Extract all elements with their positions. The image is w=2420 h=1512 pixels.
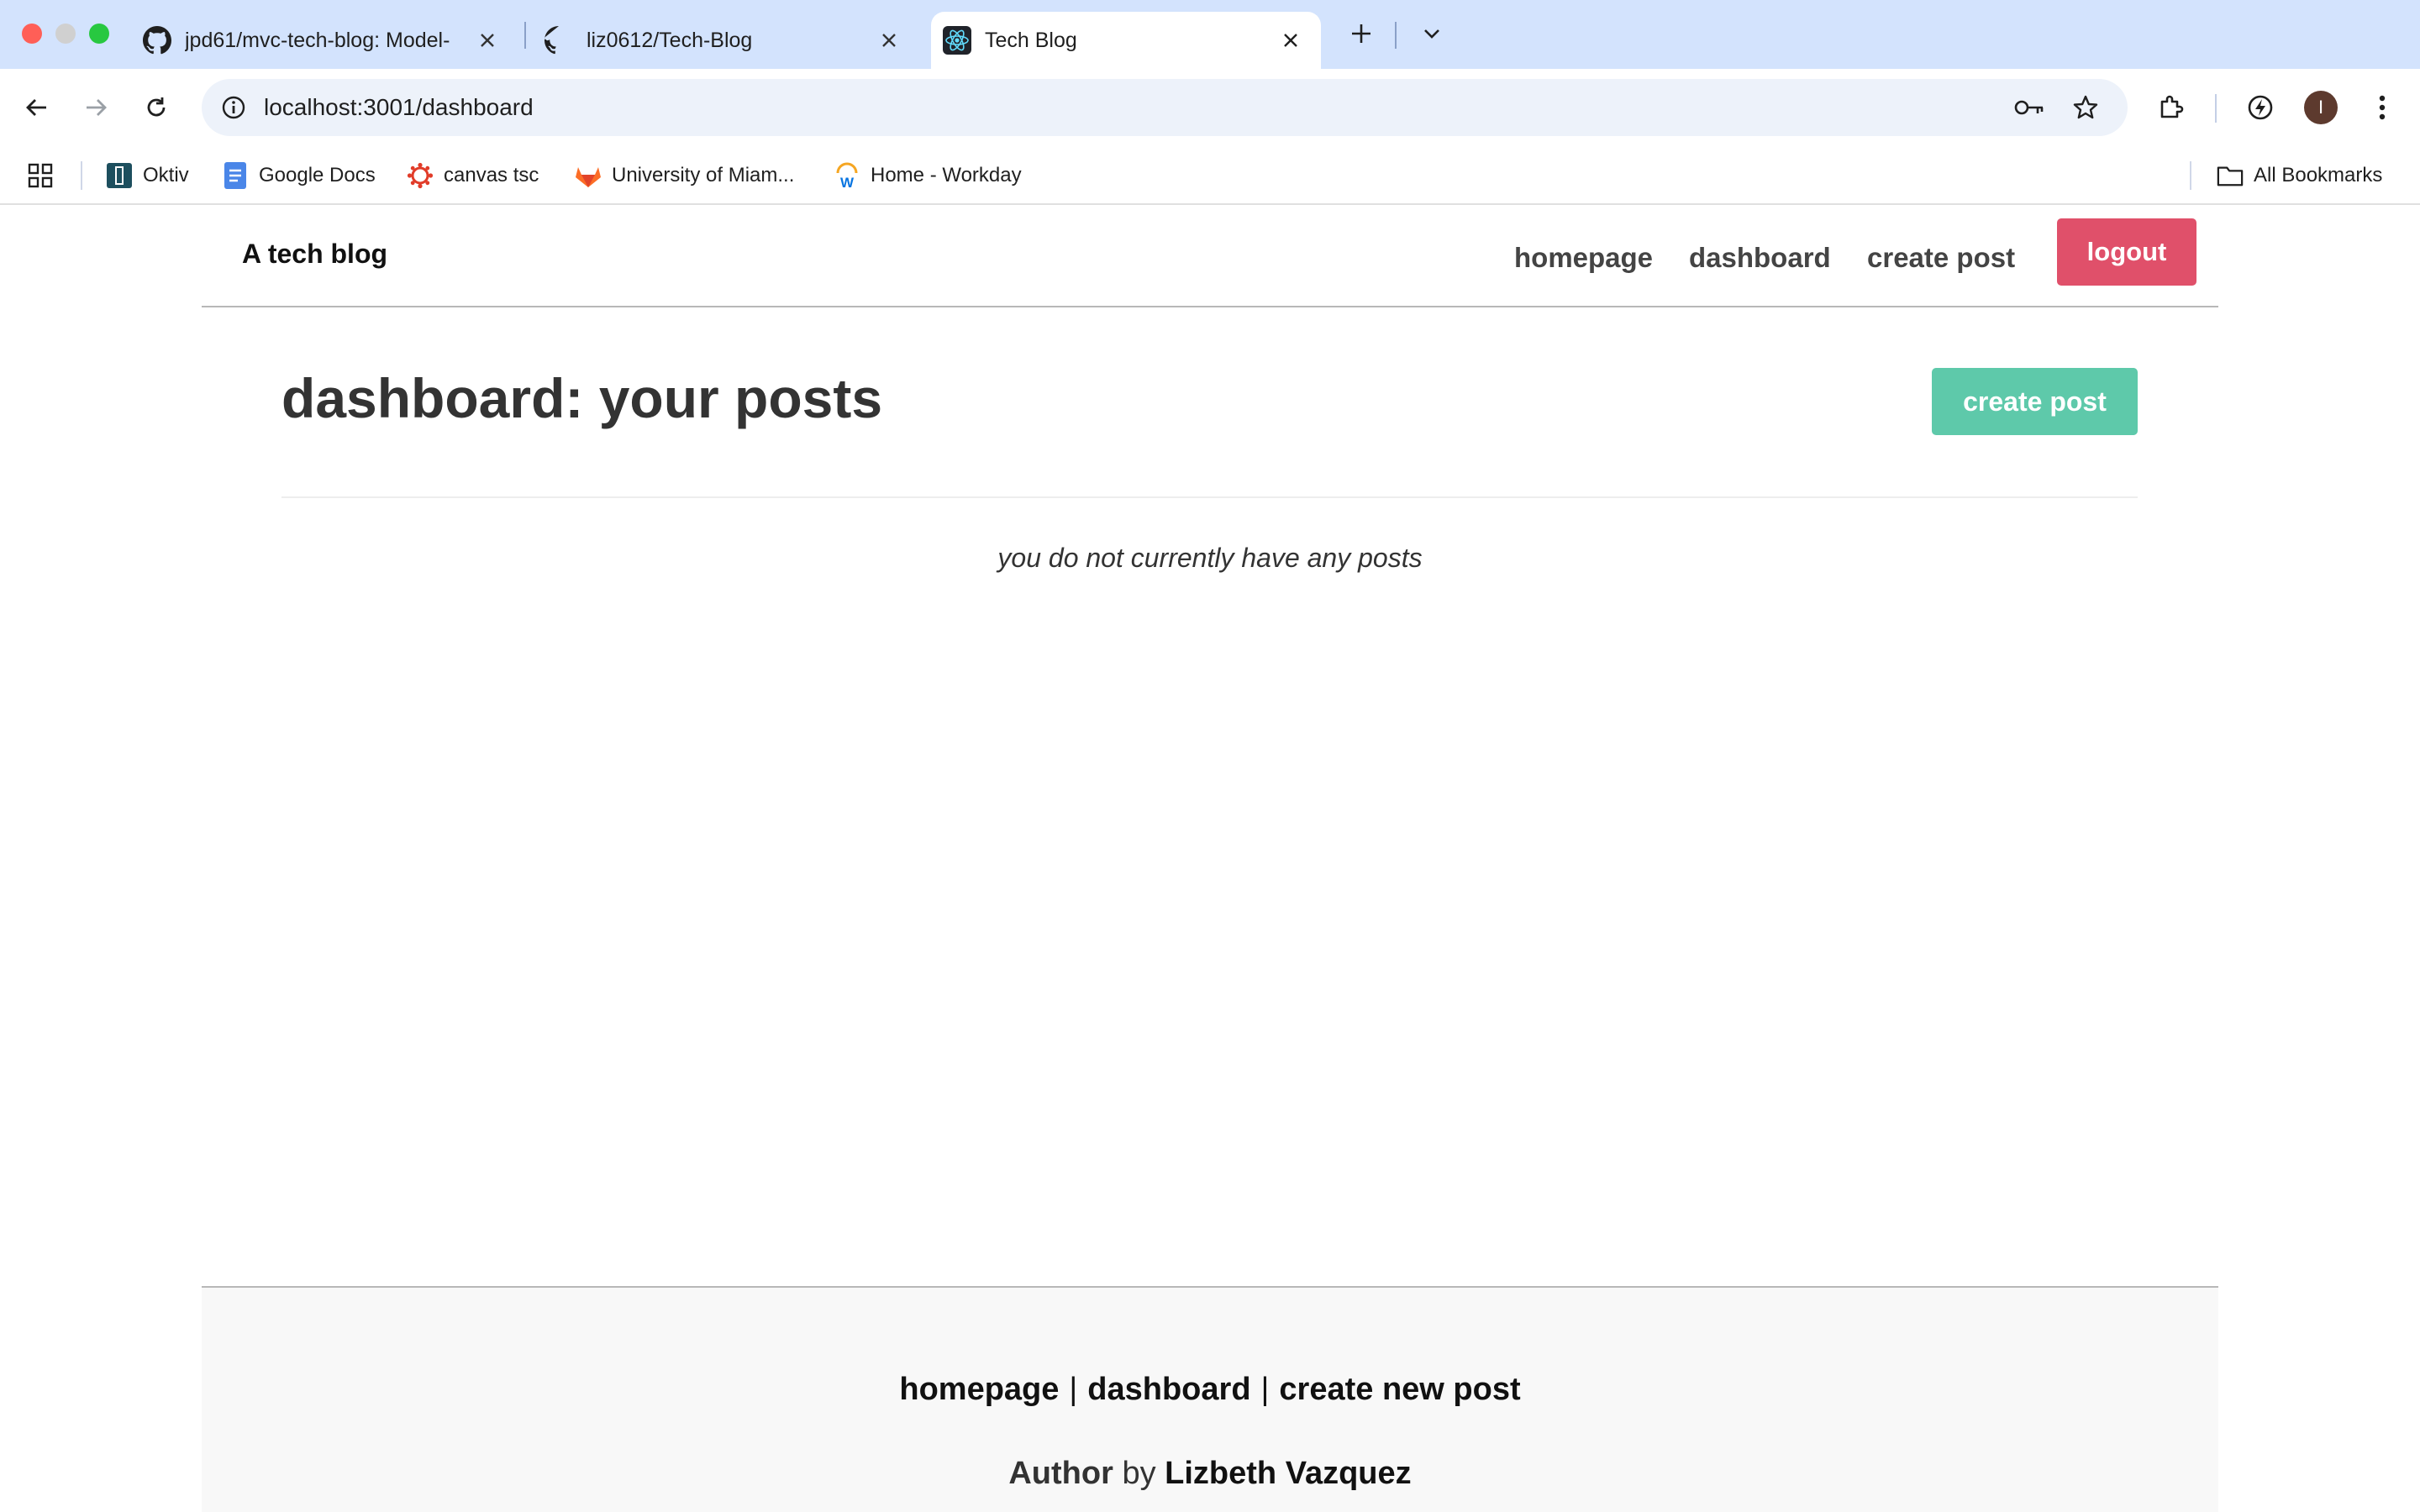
bookmarks-separator xyxy=(2190,161,2191,190)
browser-tab[interactable]: liz0612/Tech-Blog xyxy=(541,12,919,69)
divider xyxy=(281,496,2138,498)
empty-posts-message: you do not currently have any posts xyxy=(997,543,1423,573)
toolbar-separator xyxy=(2215,94,2217,123)
react-icon xyxy=(943,26,971,55)
url-host: localhost xyxy=(264,94,357,120)
bookmark-label: canvas tsc xyxy=(444,164,539,186)
bookmark-label: University of Miam... xyxy=(612,164,795,186)
bookmark-label: Oktiv xyxy=(143,164,189,186)
bookmarks-separator xyxy=(81,161,82,190)
tab-title: Tech Blog xyxy=(985,28,1077,52)
create-post-button[interactable]: create post xyxy=(1932,368,2138,435)
tab-separator xyxy=(524,22,526,49)
apps-grid-icon[interactable] xyxy=(27,156,54,195)
bookmark-label: Google Docs xyxy=(259,164,376,186)
site-brand: A tech blog xyxy=(242,239,388,269)
page-title: dashboard: your posts xyxy=(281,367,883,429)
profile-avatar[interactable]: I xyxy=(2299,86,2343,129)
close-icon[interactable] xyxy=(872,24,906,57)
footer-link-homepage[interactable]: homepage xyxy=(899,1372,1059,1407)
bookmark-item[interactable]: canvas tsc xyxy=(407,156,539,195)
avatar: I xyxy=(2304,91,2338,124)
back-arrow-icon[interactable] xyxy=(15,86,59,129)
bookmark-item[interactable]: Google Docs xyxy=(222,156,376,195)
window-maximize-button[interactable] xyxy=(89,24,109,44)
nav-link-homepage[interactable]: homepage xyxy=(1514,242,1653,274)
tab-separator xyxy=(1395,22,1397,49)
browser-tabstrip: jpd61/mvc-tech-blog: Model- liz0612/Tech… xyxy=(0,0,2420,69)
workday-icon: W xyxy=(834,162,860,189)
reload-icon[interactable] xyxy=(134,86,178,129)
address-bar[interactable]: localhost:3001/dashboard xyxy=(202,79,2128,136)
footer-author-line: Author by Lizbeth Vazquez xyxy=(202,1456,2218,1492)
close-icon[interactable] xyxy=(471,24,504,57)
svg-text:W: W xyxy=(840,175,855,189)
browser-toolbar: localhost:3001/dashboard I xyxy=(0,69,2420,146)
tab-search-chevron-down-icon[interactable] xyxy=(1413,15,1450,52)
new-tab-plus-icon[interactable] xyxy=(1343,15,1380,52)
footer-separator: | xyxy=(1260,1372,1270,1407)
site-info-icon[interactable] xyxy=(217,91,250,124)
close-icon[interactable] xyxy=(1274,24,1307,57)
url-path: :3001/dashboard xyxy=(356,94,534,120)
footer-separator: | xyxy=(1069,1372,1078,1407)
by-word: by xyxy=(1122,1456,1156,1491)
logout-button[interactable]: logout xyxy=(2057,218,2196,286)
footer-links: homepage | dashboard | create new post xyxy=(202,1372,2218,1408)
github-icon xyxy=(143,26,171,55)
canvas-icon xyxy=(407,162,434,189)
tab-title: liz0612/Tech-Blog xyxy=(587,28,753,52)
all-bookmarks-button[interactable]: All Bookmarks xyxy=(2217,156,2382,195)
browser-tab[interactable]: jpd61/mvc-tech-blog: Model- xyxy=(139,12,518,69)
window-minimize-button[interactable] xyxy=(55,24,76,44)
footer-link-dashboard[interactable]: dashboard xyxy=(1087,1372,1250,1407)
bookmark-label: Home - Workday xyxy=(871,164,1022,186)
all-bookmarks-label: All Bookmarks xyxy=(2254,164,2383,186)
oktiv-icon xyxy=(106,162,133,189)
footer-link-create-new-post[interactable]: create new post xyxy=(1279,1372,1520,1407)
bookmark-item[interactable]: University of Miam... xyxy=(575,156,794,195)
site-header: A tech blog homepage dashboard create po… xyxy=(202,205,2218,307)
bookmark-item[interactable]: Oktiv xyxy=(106,156,189,195)
extensions-puzzle-icon[interactable] xyxy=(2149,86,2193,129)
password-key-icon[interactable] xyxy=(2013,91,2047,124)
google-docs-icon xyxy=(222,162,249,189)
performance-bolt-icon[interactable] xyxy=(2238,86,2282,129)
bookmarks-bar: Oktiv Google Docs canvas tsc University … xyxy=(0,146,2420,205)
forward-arrow-icon[interactable] xyxy=(74,86,118,129)
author-word: Author xyxy=(1008,1456,1113,1491)
nav-link-dashboard[interactable]: dashboard xyxy=(1689,242,1831,274)
author-name: Lizbeth Vazquez xyxy=(1165,1456,1412,1491)
github-icon xyxy=(544,26,573,55)
site-footer: homepage | dashboard | create new post Autho… xyxy=(202,1286,2218,1512)
more-options-kebab-icon[interactable] xyxy=(2361,86,2403,129)
window-close-button[interactable] xyxy=(22,24,42,44)
url-text[interactable]: localhost:3001/dashboard xyxy=(264,94,534,121)
browser-tab-active[interactable]: Tech Blog xyxy=(931,12,1321,69)
gitlab-icon xyxy=(575,162,602,189)
nav-link-create-post[interactable]: create post xyxy=(1867,242,2015,274)
tab-title: jpd61/mvc-tech-blog: Model- xyxy=(185,28,450,52)
bookmark-item[interactable]: W Home - Workday xyxy=(834,156,1022,195)
folder-icon xyxy=(2217,162,2244,189)
bookmark-star-icon[interactable] xyxy=(2069,91,2102,124)
